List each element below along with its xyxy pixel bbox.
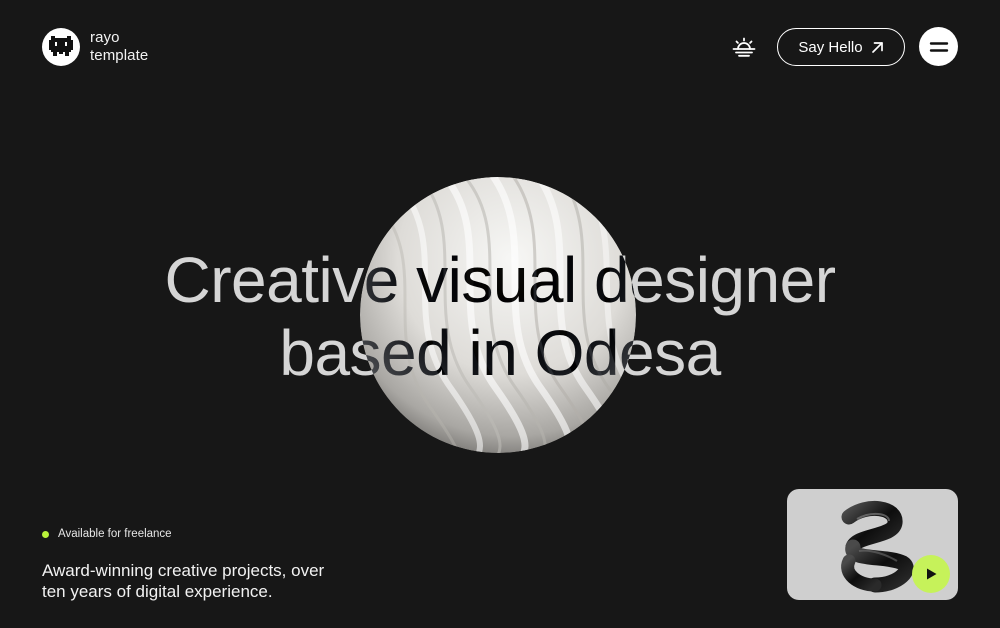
brand-name: rayo template (90, 29, 148, 65)
tagline-line-2: ten years of digital experience. (42, 582, 273, 601)
brand-line-2: template (90, 47, 149, 64)
play-video-button[interactable] (912, 555, 950, 593)
play-icon (927, 568, 937, 580)
page: rayo template Say Hello Creative visual … (0, 0, 1000, 628)
menu-button[interactable] (919, 27, 958, 66)
hero-headline-line-2: based in Odesa (279, 317, 721, 389)
tagline-line-1: Award-winning creative projects, over (42, 561, 325, 580)
sunrise-icon (732, 37, 756, 57)
say-hello-button[interactable]: Say Hello (777, 28, 905, 66)
status-dot-icon (42, 530, 49, 538)
hero-headline: Creative visual designer based in Odesa (0, 244, 1000, 390)
hero-tagline: Award-winning creative projects, over te… (42, 560, 382, 602)
availability-label: Available for freelance (58, 528, 172, 540)
pixel-cat-icon (42, 28, 80, 66)
brand-line-1: rayo (90, 29, 120, 46)
say-hello-label: Say Hello (798, 38, 863, 56)
hero-headline-line-1: Creative visual designer (164, 244, 837, 316)
menu-icon (929, 41, 948, 52)
availability-status: Available for freelance (42, 528, 172, 540)
arrow-up-right-icon (871, 41, 883, 53)
brand-logo[interactable]: rayo template (42, 28, 148, 66)
theme-toggle-button[interactable] (731, 36, 757, 58)
